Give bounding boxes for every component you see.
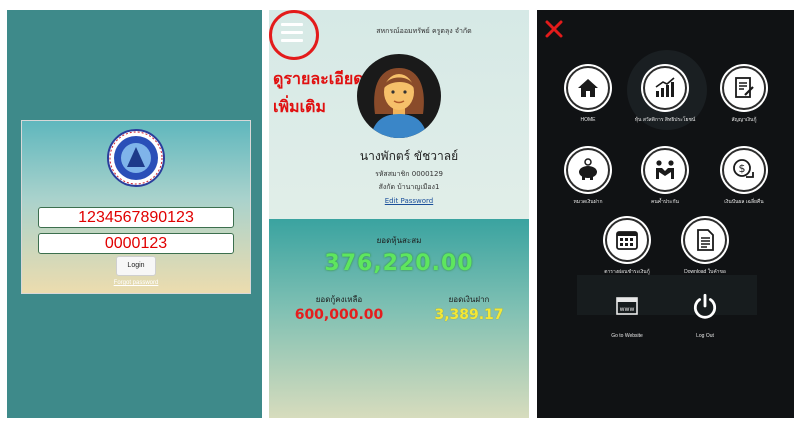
dividend-icon: $	[722, 148, 766, 192]
annotation-more: เพิ่มเติม	[273, 97, 326, 116]
website-icon: www	[607, 286, 647, 326]
power-icon	[685, 286, 725, 326]
password-input[interactable]: 0000123	[38, 233, 234, 254]
login-card: 1234567890123 0000123 Login Forgot passw…	[21, 120, 251, 294]
hamburger-menu-icon[interactable]	[281, 23, 303, 47]
menu-label: Go to Website	[611, 333, 643, 339]
shares-label: ยอดหุ้นสะสม	[376, 236, 422, 245]
home-icon	[566, 66, 610, 110]
document-icon	[683, 218, 727, 262]
login-button[interactable]: Login	[116, 256, 156, 276]
menu-label: Log Out	[696, 333, 714, 339]
menu-item-loan-contract[interactable]: สัญญาเงินกู้	[707, 66, 781, 124]
svg-text:www: www	[620, 306, 635, 313]
loan-balance-value: 600,000.00	[294, 307, 384, 323]
member-affiliation: สังกัด บ้านาญเมือง1	[378, 183, 440, 191]
svg-text:$: $	[739, 162, 746, 175]
cooperative-logo	[107, 129, 165, 187]
cooperative-name: สหกรณ์ออมทรัพย์ ครูตลุง จำกัด	[376, 27, 472, 35]
menu-screen: HOME หุ้น สวัสดิการ สิทธิประโยชน์ สัญญาเ…	[537, 10, 794, 418]
loan-balance-label: ยอดกู้คงเหลือ	[315, 295, 363, 304]
contract-icon	[722, 66, 766, 110]
menu-item-guarantor[interactable]: คนค้ำประกัน	[628, 148, 702, 206]
menu-item-website[interactable]: www Go to Website	[590, 286, 664, 340]
menu-item-logout[interactable]: Log Out	[668, 286, 742, 340]
edit-password-link[interactable]: Edit Password	[329, 197, 489, 205]
close-icon[interactable]	[545, 20, 563, 38]
menu-label: คนค้ำประกัน	[651, 199, 679, 205]
menu-label: หมวดเงินฝาก	[573, 199, 603, 205]
menu-item-repayment-schedule[interactable]: ตารางผ่อนชำระเงินกู้	[590, 218, 664, 276]
menu-label: Download ใบคำขอ	[684, 269, 726, 275]
menu-label: เงินปันผล เฉลี่ยคืน	[724, 199, 764, 205]
menu-label: HOME	[580, 117, 596, 123]
menu-label: ตารางผ่อนชำระเงินกู้	[604, 269, 650, 275]
menu-label: หุ้น สวัสดิการ สิทธิประโยชน์	[634, 117, 696, 123]
piggy-bank-icon	[566, 148, 610, 192]
profile-screen: สหกรณ์ออมทรัพย์ ครูตลุง จำกัด ดูรายละเอี…	[269, 10, 529, 418]
deposit-value: 3,389.17	[434, 307, 504, 323]
member-id-input[interactable]: 1234567890123	[38, 207, 234, 228]
menu-label: สัญญาเงินกู้	[731, 117, 757, 123]
menu-item-dividend[interactable]: $ เงินปันผล เฉลี่ยคืน	[707, 148, 781, 206]
deposit-label: ยอดเงินฝาก	[448, 295, 490, 304]
annotation-more-details: ดูรายละเอียด	[273, 69, 364, 88]
guarantor-icon	[643, 148, 687, 192]
login-screen: 1234567890123 0000123 Login Forgot passw…	[7, 10, 262, 418]
menu-item-download-form[interactable]: Download ใบคำขอ	[668, 218, 742, 276]
menu-item-deposit[interactable]: หมวดเงินฝาก	[551, 148, 625, 206]
member-name: นางพักตร์ ขัชวาลย์	[359, 149, 459, 163]
menu-item-home[interactable]: HOME	[551, 66, 625, 124]
calendar-icon	[605, 218, 649, 262]
member-number: รหัสสมาชิก 0000129	[375, 170, 443, 178]
forgot-password-link[interactable]: Forgot password	[102, 280, 170, 286]
menu-item-shares-welfare[interactable]: หุ้น สวัสดิการ สิทธิประโยชน์	[628, 66, 702, 124]
shares-value: 376,220.00	[324, 251, 474, 276]
avatar	[357, 54, 441, 138]
growth-chart-icon	[643, 66, 687, 110]
